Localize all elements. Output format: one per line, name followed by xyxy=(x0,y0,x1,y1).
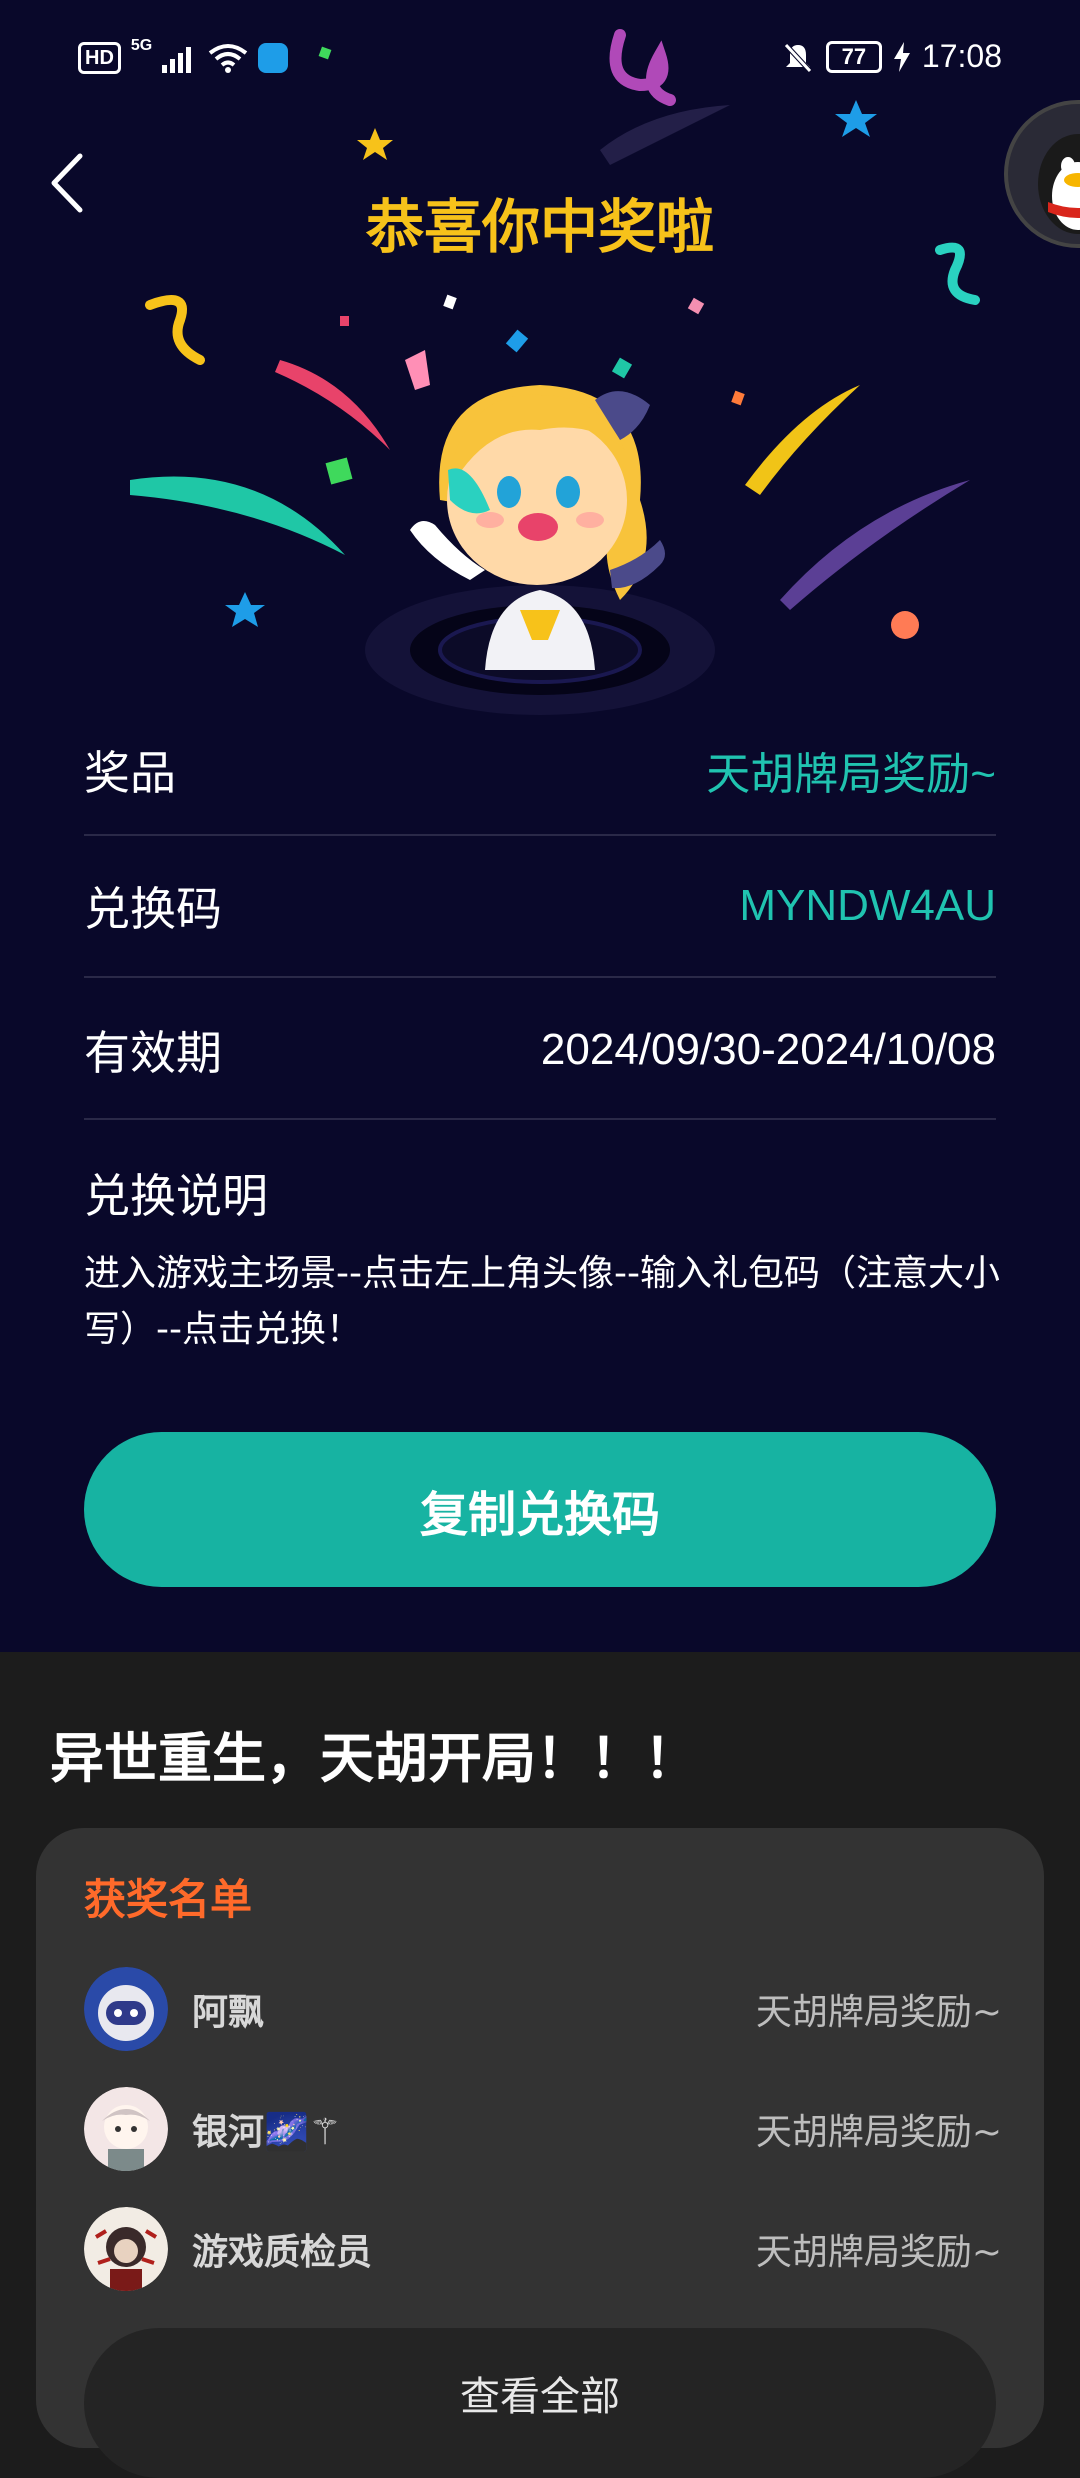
winner-row: 银河🌌⚚ 天胡牌局奖励~ xyxy=(84,2084,1002,2174)
validity-label: 有效期 xyxy=(84,1026,222,1080)
winner-prize: 天胡牌局奖励~ xyxy=(755,1992,1002,2033)
status-bar: HD 5G 77 17:08 xyxy=(0,0,1080,120)
instructions-text: 进入游戏主场景--点击左上角头像--输入礼包码（注意大小写）--点击兑换！ xyxy=(84,1253,1000,1350)
status-bar-right: 77 17:08 xyxy=(782,38,1002,75)
prize-screen: HD 5G 77 17:08 恭喜你中奖啦 奖品 天胡牌局奖励~ 兑换码 MYN… xyxy=(0,0,1080,1652)
promo-section: 异世重生，天胡开局！！！ 获奖名单 阿飘 天胡牌局奖励~ 银河🌌⚚ 天胡牌局奖励… xyxy=(0,1652,1080,2478)
winner-name: 银河🌌⚚ xyxy=(192,2112,342,2153)
divider xyxy=(84,976,996,978)
winner-row: 游戏质检员 天胡牌局奖励~ xyxy=(84,2204,1002,2294)
signal-icon xyxy=(162,47,192,73)
divider xyxy=(84,1118,996,1120)
status-bar-left: HD 5G xyxy=(78,37,289,74)
avatar xyxy=(84,2087,168,2171)
clock: 17:08 xyxy=(921,38,1002,74)
code-label: 兑换码 xyxy=(84,882,222,936)
prize-row: 奖品 天胡牌局奖励~ xyxy=(84,730,996,810)
winner-row: 阿飘 天胡牌局奖励~ xyxy=(84,1964,1002,2054)
mute-bell-icon xyxy=(784,42,812,73)
network-gen: 5G xyxy=(130,37,153,54)
winner-prize: 天胡牌局奖励~ xyxy=(755,2112,1002,2153)
page-title: 恭喜你中奖啦 xyxy=(365,193,714,261)
hd-badge: HD xyxy=(78,42,121,74)
divider xyxy=(84,834,996,836)
charging-icon xyxy=(893,41,910,72)
winners-card: 获奖名单 阿飘 天胡牌局奖励~ 银河🌌⚚ 天胡牌局奖励~ 游戏质检员 天胡牌局奖… xyxy=(36,1828,1044,2478)
prize-value: 天胡牌局奖励~ xyxy=(706,750,996,799)
winners-title: 获奖名单 xyxy=(84,1875,253,1924)
avatar xyxy=(84,1967,168,2051)
redeem-code-value: MYNDW4AU xyxy=(739,881,996,930)
code-row: 兑换码 MYNDW4AU xyxy=(84,866,996,946)
view-all-button[interactable]: 查看全部 xyxy=(84,2328,996,2478)
winner-prize: 天胡牌局奖励~ xyxy=(755,2232,1002,2273)
validity-row: 有效期 2024/09/30-2024/10/08 xyxy=(84,1010,996,1090)
validity-value: 2024/09/30-2024/10/08 xyxy=(540,1025,996,1074)
app-notification-icon xyxy=(258,43,289,73)
avatar xyxy=(84,2207,168,2291)
promo-headline: 异世重生，天胡开局！！！ xyxy=(50,1727,698,1790)
copy-code-button[interactable]: 复制兑换码 xyxy=(84,1432,996,1587)
wifi-icon xyxy=(209,44,248,73)
instructions-label: 兑换说明 xyxy=(84,1169,268,1223)
winner-name: 阿飘 xyxy=(192,1992,265,2033)
winner-name: 游戏质检员 xyxy=(192,2232,373,2273)
battery-indicator: 77 xyxy=(825,40,882,73)
prize-label: 奖品 xyxy=(84,746,176,800)
